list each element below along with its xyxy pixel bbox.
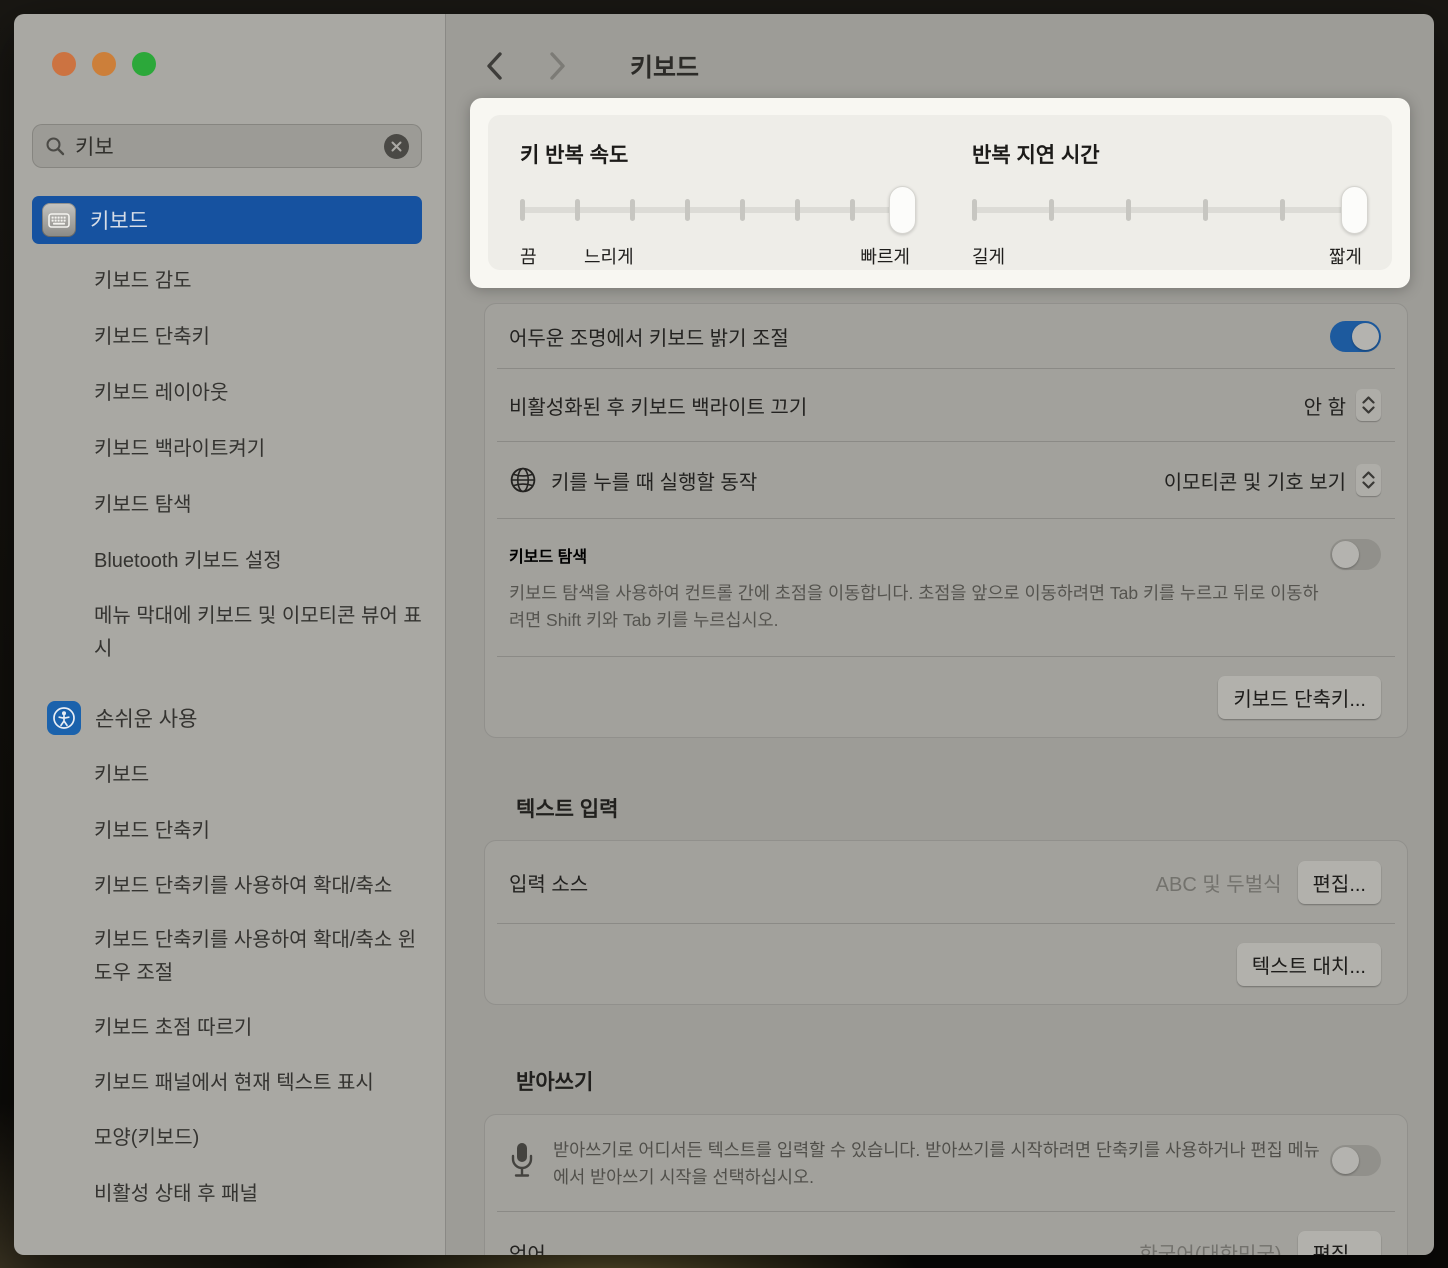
globe-action-value: 이모티콘 및 기호 보기 (1164, 466, 1346, 495)
highlighted-slider-section: 키 반복 속도 끔 느리게 빠르게 반복 지연 시간 (470, 98, 1410, 288)
globe-action-popup-stepper[interactable] (1356, 464, 1381, 496)
dictation-language-row: 언어 한국어(대한민국) 편집... (485, 1212, 1407, 1255)
sidebar-item-menubar-viewer[interactable]: 메뉴 막대에 키보드 및 이모티콘 뷰어 표시 (94, 590, 433, 677)
key-repeat-rate-title: 키 반복 속도 (520, 139, 910, 169)
window-controls (52, 52, 156, 76)
dictation-heading: 받아쓰기 (516, 1066, 593, 1096)
search-icon (45, 136, 65, 156)
page-title: 키보드 (630, 48, 699, 84)
repeat-delay-slider[interactable] (972, 187, 1362, 233)
backlight-off-label: 비활성화된 후 키보드 백라이트 끄기 (509, 391, 807, 420)
sidebar-item-keyboard-navigation[interactable]: 키보드 탐색 (94, 478, 433, 534)
sidebar-results-list: 키보드 감도 키보드 단축키 키보드 레이아웃 키보드 백라이트켜기 키보드 탐… (94, 254, 433, 1223)
sidebar-item-keyboard-backlight[interactable]: 키보드 백라이트켜기 (94, 422, 433, 478)
label-slow: 느리게 (584, 243, 634, 269)
language-edit-button[interactable]: 편집... (1298, 1231, 1381, 1256)
system-settings-window: 키보 키보드 키보드 감도 키보드 단축키 키보드 레이아웃 키보드 백라이트켜… (14, 14, 1434, 1255)
language-value: 한국어(대한민국) (1139, 1238, 1281, 1256)
main-content: 키보드 키 반복 속도 끔 느리게 빠르게 (446, 14, 1434, 1255)
key-repeat-rate-labels: 끔 느리게 빠르게 (520, 243, 910, 267)
brightness-adjust-row: 어두운 조명에서 키보드 밝기 조절 (485, 304, 1407, 368)
label-off: 끔 (520, 243, 537, 269)
slider-ticks (520, 199, 910, 221)
slider-handle[interactable] (1341, 186, 1368, 234)
zoom-window-button[interactable] (132, 52, 156, 76)
search-field[interactable]: 키보 (32, 124, 422, 168)
language-label: 언어 (509, 1238, 546, 1256)
repeat-delay-title: 반복 지연 시간 (972, 139, 1362, 169)
input-sources-row: 입력 소스 ABC 및 두벌식 편집... (485, 841, 1407, 923)
globe-action-label: 키를 누를 때 실행할 동작 (551, 466, 757, 495)
sidebar-item-a11y-shortcuts[interactable]: 키보드 단축키 (94, 804, 433, 860)
text-input-card: 입력 소스 ABC 및 두벌식 편집... 텍스트 대치... (484, 840, 1408, 1005)
slider-ticks (972, 199, 1362, 221)
text-replacement-button[interactable]: 텍스트 대치... (1237, 943, 1381, 986)
sidebar-item-a11y-zoom-window[interactable]: 키보드 단축키를 사용하여 확대/축소 윈도우 조절 (94, 914, 433, 1001)
accessibility-icon (47, 701, 81, 735)
sidebar-item-label: 키보드 (90, 205, 148, 235)
keyboard-shortcuts-button[interactable]: 키보드 단축키... (1218, 676, 1381, 719)
sidebar: 키보 키보드 키보드 감도 키보드 단축키 키보드 레이아웃 키보드 백라이트켜… (14, 14, 446, 1255)
keyboard-navigation-description: 키보드 탐색을 사용하여 컨트롤 간에 초점을 이동합니다. 초점을 앞으로 이… (509, 580, 1319, 634)
toggle-knob (1332, 1147, 1359, 1174)
input-sources-edit-button[interactable]: 편집... (1298, 861, 1381, 904)
sidebar-item-a11y-zoom-shortcut[interactable]: 키보드 단축키를 사용하여 확대/축소 (94, 860, 433, 914)
sidebar-item-keyboard-shortcuts[interactable]: 키보드 단축키 (94, 310, 433, 366)
shortcuts-button-row: 키보드 단축키... (485, 657, 1407, 737)
key-repeat-rate-slider[interactable] (520, 187, 910, 233)
label-short: 짧게 (1329, 243, 1362, 269)
dictation-card: 받아쓰기로 어디서든 텍스트를 입력할 수 있습니다. 받아쓰기를 시작하려면 … (484, 1114, 1408, 1255)
keyboard-settings-card: 어두운 조명에서 키보드 밝기 조절 비활성화된 후 키보드 백라이트 끄기 안… (484, 303, 1408, 738)
close-window-button[interactable] (52, 52, 76, 76)
sidebar-item-bluetooth-keyboard[interactable]: Bluetooth 키보드 설정 (94, 534, 433, 590)
input-sources-label: 입력 소스 (509, 868, 588, 897)
dictation-description: 받아쓰기로 어디서든 텍스트를 입력할 수 있습니다. 받아쓰기를 시작하려면 … (553, 1137, 1323, 1191)
back-icon[interactable] (486, 51, 503, 81)
sidebar-item-keyboard-sensitivity[interactable]: 키보드 감도 (94, 254, 433, 310)
search-input-value[interactable]: 키보 (75, 131, 374, 161)
globe-action-row: 키를 누를 때 실행할 동작 이모티콘 및 기호 보기 (485, 442, 1407, 518)
clear-search-icon[interactable] (384, 134, 409, 159)
sidebar-item-a11y-panel-text[interactable]: 키보드 패널에서 현재 텍스트 표시 (94, 1057, 433, 1111)
keyboard-app-icon (42, 203, 76, 237)
slider-card: 키 반복 속도 끔 느리게 빠르게 반복 지연 시간 (488, 115, 1392, 270)
forward-icon[interactable] (549, 51, 566, 81)
repeat-delay-group: 반복 지연 시간 길게 짧게 (940, 115, 1392, 270)
slider-handle[interactable] (889, 186, 916, 234)
dictation-row: 받아쓰기로 어디서든 텍스트를 입력할 수 있습니다. 받아쓰기를 시작하려면 … (485, 1115, 1407, 1211)
sidebar-group-accessibility[interactable]: 손쉬운 사용 (47, 677, 433, 748)
backlight-off-value: 안 함 (1304, 391, 1346, 420)
brightness-adjust-label: 어두운 조명에서 키보드 밝기 조절 (509, 322, 789, 351)
keyboard-navigation-toggle[interactable] (1330, 539, 1381, 570)
sidebar-item-keyboard-selected[interactable]: 키보드 (32, 196, 422, 244)
backlight-off-popup-stepper[interactable] (1356, 389, 1381, 421)
input-sources-value: ABC 및 두벌식 (1156, 868, 1282, 897)
text-replacement-row: 텍스트 대치... (485, 924, 1407, 1004)
key-repeat-rate-group: 키 반복 속도 끔 느리게 빠르게 (488, 115, 940, 270)
sidebar-item-keyboard-layout[interactable]: 키보드 레이아웃 (94, 366, 433, 422)
sidebar-item-a11y-focus-follow[interactable]: 키보드 초점 따르기 (94, 1001, 433, 1057)
navigation-bar: 키보드 (486, 48, 699, 84)
backlight-off-row: 비활성화된 후 키보드 백라이트 끄기 안 함 (485, 369, 1407, 441)
brightness-adjust-toggle[interactable] (1330, 321, 1381, 352)
dictation-toggle[interactable] (1330, 1145, 1381, 1176)
label-fast: 빠르게 (860, 243, 910, 269)
sidebar-item-a11y-inactive-panel[interactable]: 비활성 상태 후 패널 (94, 1167, 433, 1223)
microphone-icon (509, 1141, 535, 1179)
keyboard-navigation-row: 키보드 탐색 키보드 탐색을 사용하여 컨트롤 간에 초점을 이동합니다. 초점… (485, 519, 1407, 656)
toggle-knob (1352, 323, 1379, 350)
text-input-heading: 텍스트 입력 (516, 793, 618, 823)
keyboard-navigation-title: 키보드 탐색 (509, 543, 587, 567)
globe-icon (509, 466, 537, 494)
minimize-window-button[interactable] (92, 52, 116, 76)
sidebar-group-label: 손쉬운 사용 (95, 703, 197, 733)
repeat-delay-labels: 길게 짧게 (972, 243, 1362, 267)
label-long: 길게 (972, 243, 1005, 269)
sidebar-item-a11y-appearance[interactable]: 모양(키보드) (94, 1111, 433, 1167)
toggle-knob (1332, 541, 1359, 568)
sidebar-item-a11y-keyboard[interactable]: 키보드 (94, 748, 433, 804)
